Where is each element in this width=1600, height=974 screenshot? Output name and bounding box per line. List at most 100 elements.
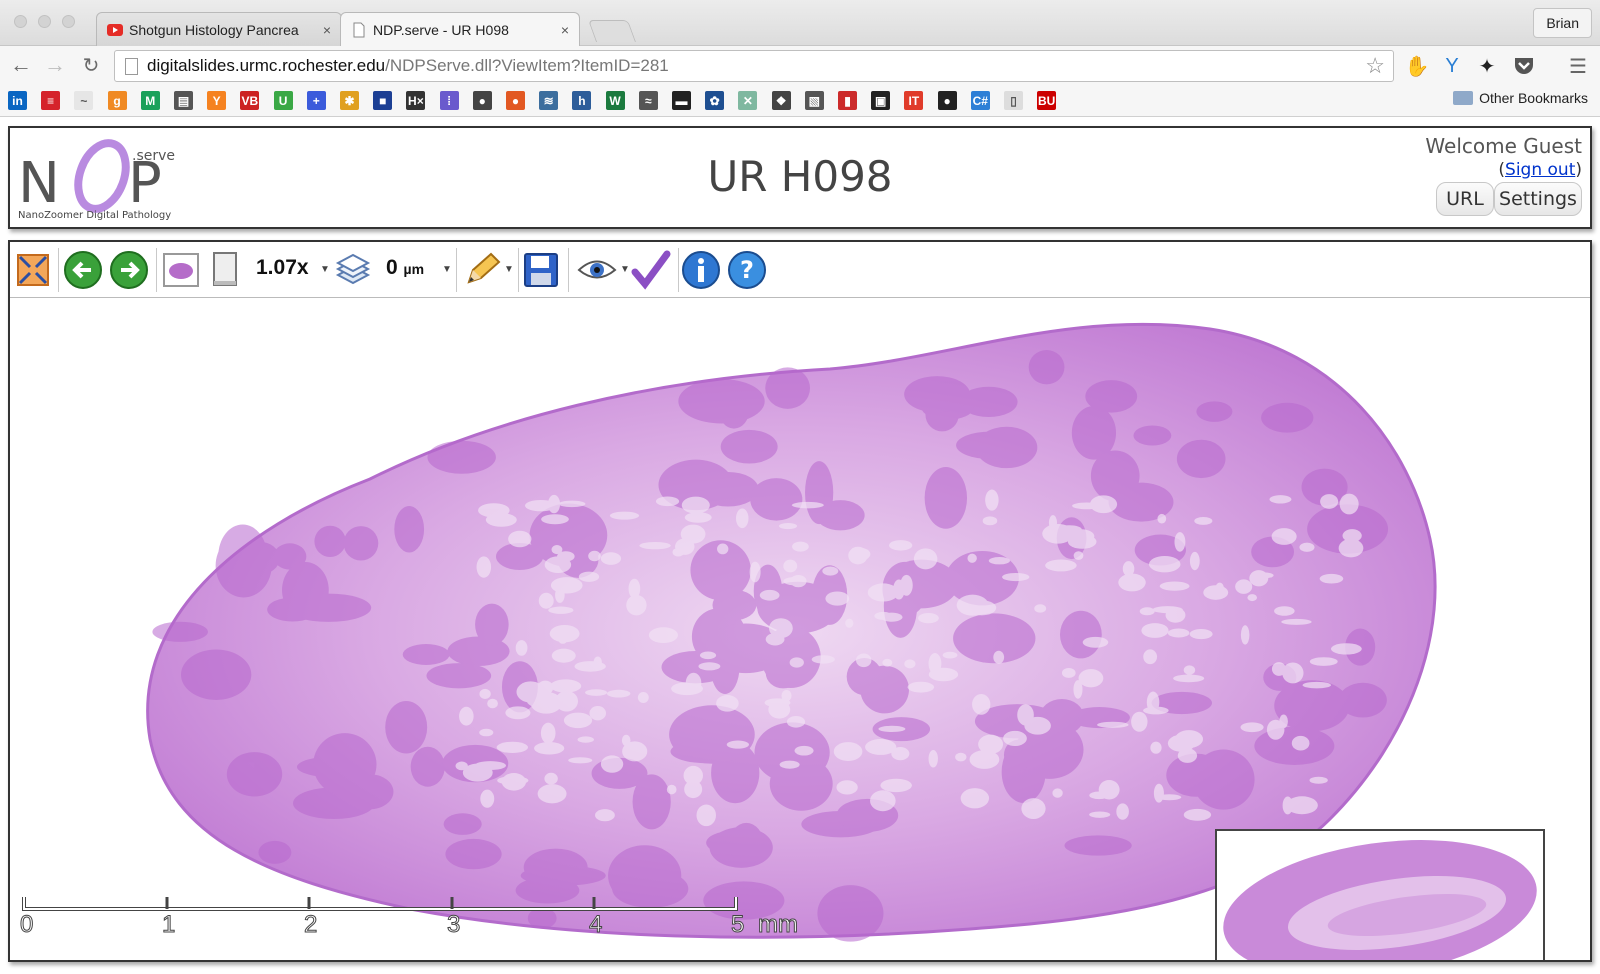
tissue-stroma [1116, 803, 1129, 820]
tissue-lobule [817, 885, 884, 942]
address-bar[interactable]: digitalslides.urmc.rochester.edu/NDPServ… [114, 50, 1394, 82]
tissue-lobule [1192, 749, 1255, 810]
tissue-stroma [1274, 606, 1295, 616]
other-bookmarks[interactable]: Other Bookmarks [1453, 90, 1588, 106]
new-tab-button[interactable] [587, 20, 637, 42]
bookmark-icon[interactable]: ▤ [174, 91, 193, 110]
slide-viewer: 1.07x ▼ 0 µm ▼ ▼ ▼ ? 0 1 2 3 4 5 mm [8, 240, 1592, 962]
forward-view-icon[interactable] [108, 248, 150, 292]
settings-button[interactable]: Settings [1494, 182, 1582, 216]
checkmark-icon[interactable] [630, 248, 672, 292]
adblock-icon[interactable]: ✋ [1405, 54, 1430, 78]
forward-arrow-icon[interactable]: → [42, 52, 68, 78]
tab-ndp-serve[interactable]: NDP.serve - UR H098 × [340, 12, 580, 46]
tissue-stroma [759, 589, 780, 601]
view-dropdown-icon[interactable]: ▼ [620, 264, 630, 275]
tab-shotgun-histology[interactable]: Shotgun Histology Pancrea × [96, 12, 342, 46]
slide-image[interactable]: 0 1 2 3 4 5 mm [10, 299, 1590, 960]
bookmark-icon[interactable]: H× [406, 91, 426, 110]
annotate-dropdown-icon[interactable]: ▼ [504, 264, 514, 275]
tissue-stroma [1143, 649, 1158, 665]
overview-minimap[interactable] [1215, 829, 1545, 960]
zoom-window-button[interactable] [62, 15, 75, 28]
scale-bar: 0 1 2 3 4 5 mm [19, 895, 822, 945]
annotate-pencil-icon[interactable] [460, 248, 502, 292]
bookmark-icon[interactable]: VB [240, 91, 260, 110]
tissue-stroma [541, 514, 569, 525]
zoom-dropdown-icon[interactable]: ▼ [320, 264, 330, 275]
focus-layers-icon[interactable] [332, 248, 374, 292]
bookmark-icon[interactable]: ● [937, 91, 957, 110]
url-button[interactable]: URL [1436, 182, 1494, 216]
profile-button[interactable]: Brian [1533, 8, 1592, 38]
tissue-lobule [226, 752, 283, 797]
bookmark-icon[interactable]: + [306, 91, 326, 110]
bookmark-icon[interactable]: ❖ [771, 91, 791, 110]
page-header: N P .serve NanoZoomer Digital Pathology … [8, 126, 1592, 229]
bookmark-star-icon[interactable]: ☆ [1365, 53, 1385, 79]
bookmark-icon[interactable]: U [273, 91, 293, 110]
scale-label: 1 [161, 911, 176, 939]
bookmark-icon[interactable]: ~ [74, 91, 94, 110]
tissue-stroma [836, 780, 858, 795]
depth-dropdown-icon[interactable]: ▼ [442, 264, 452, 275]
fit-to-screen-icon[interactable] [12, 248, 54, 292]
tissue-stroma [955, 752, 967, 762]
tab-close-icon[interactable]: × [323, 22, 331, 38]
tab-close-icon[interactable]: × [561, 22, 569, 38]
viewer-toolbar: 1.07x ▼ 0 µm ▼ ▼ ▼ ? [10, 242, 1590, 298]
thumbnail-view-icon[interactable] [160, 248, 202, 292]
close-window-button[interactable] [14, 15, 27, 28]
bookmark-icon[interactable]: C# [970, 91, 990, 110]
tissue-stroma [606, 689, 631, 698]
back-arrow-icon[interactable]: ← [8, 52, 34, 78]
minimize-window-button[interactable] [38, 15, 51, 28]
slide-label-icon[interactable] [204, 248, 246, 292]
url-path: /NDPServe.dll?ViewItem?ItemID=281 [385, 56, 669, 75]
bookmark-icon[interactable]: ▯ [1004, 91, 1023, 110]
tissue-stroma [972, 694, 991, 715]
view-eye-icon[interactable] [576, 248, 618, 292]
info-icon[interactable] [680, 248, 722, 292]
pocket-icon[interactable] [1512, 54, 1536, 78]
tab-title: NDP.serve - UR H098 [373, 21, 509, 38]
bookmark-icon[interactable]: ≋ [539, 91, 559, 110]
tissue-stroma [666, 784, 677, 795]
bookmark-icon[interactable]: M [140, 91, 160, 110]
bookmark-icon[interactable]: ✕ [738, 91, 758, 110]
bookmark-icon[interactable]: W [605, 91, 625, 110]
bookmark-icon[interactable]: ● [472, 91, 492, 110]
bookmark-icon[interactable]: ■ [373, 91, 393, 110]
bookmark-icon[interactable]: ▣ [871, 91, 891, 110]
focus-depth[interactable]: 0 µm [386, 256, 424, 280]
zoom-level[interactable]: 1.07x [256, 256, 309, 280]
bookmark-icon[interactable]: BU [1037, 91, 1057, 110]
tissue-stroma [497, 776, 529, 785]
bookmark-icon[interactable]: ✱ [340, 91, 359, 110]
menu-icon[interactable]: ☰ [1566, 54, 1590, 78]
bookmark-icon[interactable]: IT [904, 91, 924, 110]
help-icon[interactable]: ? [726, 248, 768, 292]
bookmark-icon[interactable]: in [8, 91, 27, 110]
tissue-stroma [893, 579, 905, 600]
reload-icon[interactable]: ↻ [78, 52, 104, 78]
save-floppy-icon[interactable] [520, 248, 562, 292]
sign-out-link[interactable]: Sign out [1505, 160, 1575, 180]
extension-y-icon[interactable]: Y [1440, 54, 1464, 78]
extension-bird-icon[interactable]: ✦ [1475, 54, 1499, 78]
bookmark-icon[interactable]: ▮ [838, 91, 857, 110]
bookmark-icon[interactable]: ≡ [41, 91, 61, 110]
bookmark-icon[interactable]: ▧ [804, 91, 824, 110]
bookmark-icon[interactable]: ● [506, 91, 525, 110]
bookmark-icon[interactable]: ▬ [672, 91, 691, 110]
bookmark-icon[interactable]: Y [207, 91, 227, 110]
tissue-stroma [563, 712, 593, 729]
back-view-icon[interactable] [62, 248, 104, 292]
bookmark-icon[interactable]: ✿ [705, 91, 725, 110]
tissue-stroma [1131, 711, 1148, 732]
bookmark-icon[interactable]: ⁞ [439, 91, 459, 110]
bookmark-icon[interactable]: ≈ [638, 91, 658, 110]
bookmark-icon[interactable]: g [107, 91, 127, 110]
bookmark-icon[interactable]: h [572, 91, 592, 110]
page-info-icon[interactable] [125, 58, 138, 75]
